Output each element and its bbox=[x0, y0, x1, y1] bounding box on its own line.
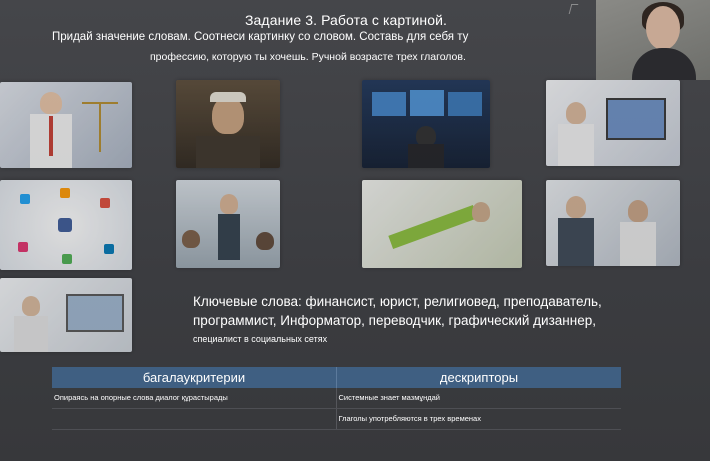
religious-scholar-image bbox=[176, 80, 280, 168]
teacher-classroom-image bbox=[176, 180, 280, 268]
business-meeting-image bbox=[546, 180, 680, 266]
table-row: Опираясь на опорные слова диалог құрасты… bbox=[52, 388, 621, 409]
lawyer-justice-image bbox=[0, 82, 132, 168]
financier-laptop-image bbox=[546, 80, 680, 166]
slide-title: Задание 3. Работа с картиной. bbox=[244, 12, 448, 28]
header-descriptors: дескрипторы bbox=[439, 370, 519, 385]
translator-image bbox=[362, 180, 522, 268]
table-cell bbox=[52, 409, 337, 429]
presentation-slide: Задание 3. Работа с картиной. Придай зна… bbox=[0, 0, 710, 461]
keywords-line-2: программист, Информатор, переводчик, гра… bbox=[193, 313, 596, 328]
social-network-icons-image bbox=[0, 180, 132, 270]
presenter-body bbox=[632, 48, 696, 80]
table-cell: Опираясь на опорные слова диалог құрасты… bbox=[52, 388, 337, 408]
table-cell: Глаголы употребляются в трех временах bbox=[338, 414, 481, 423]
instruction-line-2: профессию, которую ты хочешь. Ручной воз… bbox=[150, 51, 466, 63]
presenter-webcam-video bbox=[596, 0, 710, 80]
header-criteria: багалаукритерии bbox=[52, 367, 337, 388]
keywords-block: Ключевые слова: финансист, юрист, религи… bbox=[193, 292, 602, 349]
graphic-designer-image bbox=[0, 278, 132, 352]
programmer-monitors-image bbox=[362, 80, 490, 168]
keywords-line-3: специалист в социальных сетях bbox=[193, 334, 328, 344]
instruction-line-1: Придай значение словам. Соотнеси картинк… bbox=[52, 31, 469, 43]
keywords-line-1: Ключевые слова: финансист, юрист, религи… bbox=[193, 294, 602, 309]
table-header: багалаукритерии дескрипторы bbox=[52, 367, 621, 388]
table-cell: Системные знает мазмұндай bbox=[338, 393, 440, 402]
presenter-face bbox=[646, 6, 680, 50]
table-row: Глаголы употребляются в трех временах bbox=[52, 409, 621, 430]
criteria-table: багалаукритерии дескрипторы Опираясь на … bbox=[52, 367, 621, 430]
